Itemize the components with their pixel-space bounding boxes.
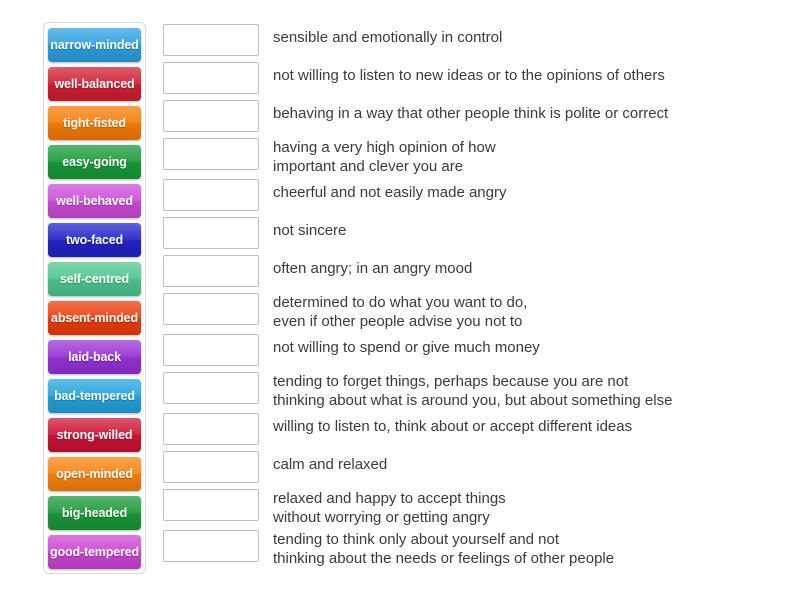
match-up-activity: narrow-minded well-balanced tight-fisted ea… (0, 0, 800, 600)
answer-row: sensible and emotionally in control (163, 22, 783, 60)
word-tile-label: two-faced (66, 233, 123, 247)
definition-text: not sincere (273, 222, 347, 239)
definition-text: not willing to spend or give much money (273, 339, 540, 356)
word-tile[interactable]: big-headed (48, 496, 141, 530)
word-tile-label: big-headed (61, 506, 128, 520)
answer-row: often angry; in an angry mood (163, 253, 783, 291)
definition-text: sensible and emotionally in control (273, 29, 503, 46)
word-tile[interactable]: two-faced (48, 223, 141, 257)
definition-text: determined to do what you want to do, ev… (273, 294, 528, 330)
answer-row: behaving in a way that other people thin… (163, 98, 783, 136)
definition-text: not willing to listen to new ideas or to… (273, 67, 665, 84)
answer-row: not willing to listen to new ideas or to… (163, 60, 783, 98)
word-tile[interactable]: open-minded (48, 457, 141, 491)
answer-dropzone[interactable] (163, 413, 259, 445)
answer-dropzone[interactable] (163, 217, 259, 249)
word-tile-label: well-balanced (54, 77, 135, 91)
word-tile-label: easy-going (62, 155, 127, 169)
answer-row: cheerful and not easily made angry (163, 177, 783, 215)
word-tile-label: well-behaved (56, 194, 133, 208)
word-tile[interactable]: absent-minded (48, 301, 141, 335)
word-tile-label: laid-back (68, 350, 121, 364)
answer-row: not willing to spend or give much money (163, 332, 783, 370)
definition-text: relaxed and happy to accept things witho… (273, 490, 506, 526)
answer-dropzone[interactable] (163, 179, 259, 211)
word-tile[interactable]: well-balanced (48, 67, 141, 101)
answer-row: calm and relaxed (163, 449, 783, 487)
word-tile-label: absent-minded (51, 311, 138, 325)
word-tile[interactable]: good-tempered (48, 535, 141, 569)
word-tile[interactable]: self-centred (48, 262, 141, 296)
word-tile-label: open-minded (56, 467, 133, 481)
answer-row: tending to forget things, perhaps becaus… (163, 370, 783, 411)
definition-text: calm and relaxed (273, 456, 388, 473)
answer-dropzone[interactable] (163, 24, 259, 56)
definition-text: tending to think only about yourself and… (273, 531, 615, 567)
word-tile-label: narrow-minded (50, 38, 139, 52)
answer-row: not sincere (163, 215, 783, 253)
answer-dropzone[interactable] (163, 530, 259, 562)
word-tile[interactable]: strong-willed (48, 418, 141, 452)
answer-dropzone[interactable] (163, 62, 259, 94)
word-tile[interactable]: tight-fisted (48, 106, 141, 140)
answer-row: having a very high opinion of how import… (163, 136, 783, 177)
word-tile-label: tight-fisted (63, 116, 126, 130)
tile-tray: narrow-minded well-balanced tight-fisted ea… (43, 22, 146, 574)
word-tile[interactable]: laid-back (48, 340, 141, 374)
answer-row: willing to listen to, think about or acc… (163, 411, 783, 449)
definition-text: having a very high opinion of how import… (273, 139, 496, 175)
word-tile-label: good-tempered (49, 545, 140, 559)
answer-dropzone[interactable] (163, 372, 259, 404)
definition-text: cheerful and not easily made angry (273, 184, 507, 201)
answer-row: relaxed and happy to accept things witho… (163, 487, 783, 528)
word-tile-label: strong-willed (56, 428, 133, 442)
answer-dropzone[interactable] (163, 293, 259, 325)
answer-dropzone[interactable] (163, 255, 259, 287)
definition-text: willing to listen to, think about or acc… (273, 418, 633, 435)
definition-text: often angry; in an angry mood (273, 260, 473, 277)
answer-dropzone[interactable] (163, 334, 259, 366)
answer-rows: sensible and emotionally in control not w… (163, 22, 783, 569)
word-tile[interactable]: narrow-minded (48, 28, 141, 62)
answer-dropzone[interactable] (163, 451, 259, 483)
word-tile[interactable]: well-behaved (48, 184, 141, 218)
answer-row: determined to do what you want to do, ev… (163, 291, 783, 332)
answer-dropzone[interactable] (163, 138, 259, 170)
definition-text: tending to forget things, perhaps becaus… (273, 373, 673, 409)
answer-dropzone[interactable] (163, 489, 259, 521)
definition-text: behaving in a way that other people thin… (273, 105, 669, 122)
word-tile[interactable]: bad-tempered (48, 379, 141, 413)
word-tile[interactable]: easy-going (48, 145, 141, 179)
answer-dropzone[interactable] (163, 100, 259, 132)
word-tile-label: self-centred (59, 272, 130, 286)
word-tile-label: bad-tempered (54, 389, 135, 403)
answer-row: tending to think only about yourself and… (163, 528, 783, 569)
